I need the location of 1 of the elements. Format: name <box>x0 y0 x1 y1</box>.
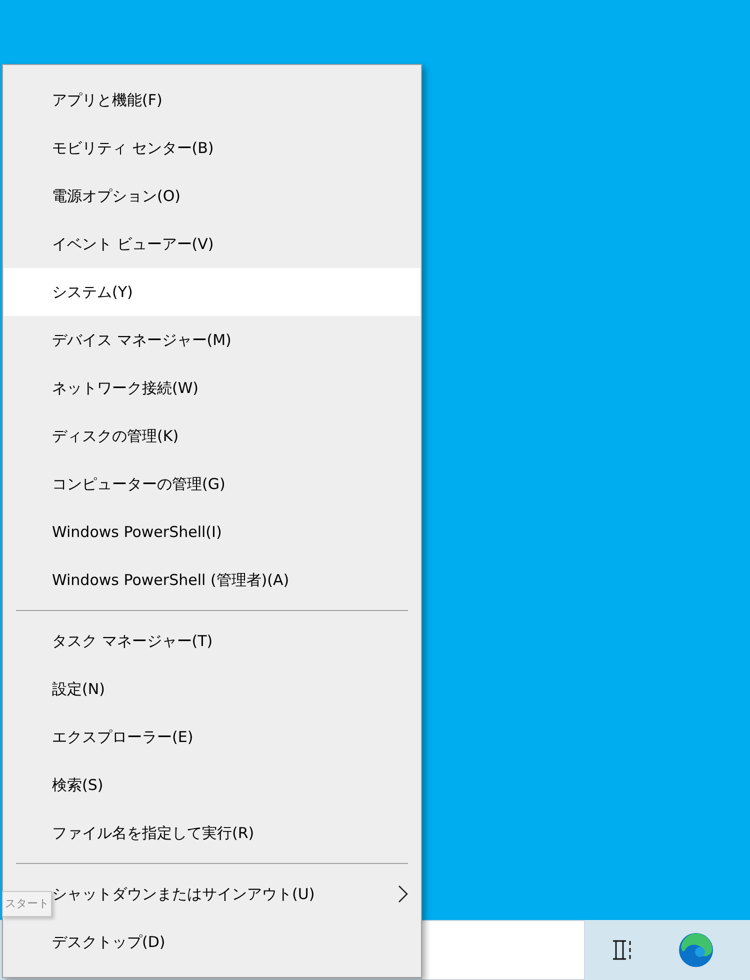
tooltip: スタート <box>2 891 52 917</box>
